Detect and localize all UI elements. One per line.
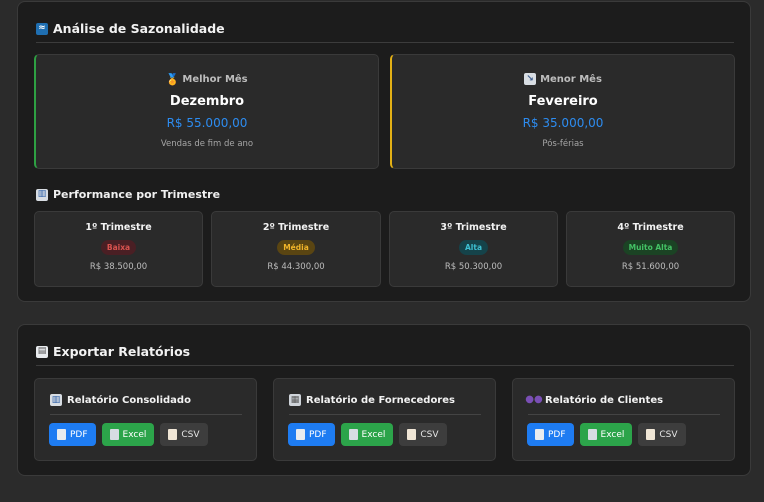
export-title: ▤ Exportar Relatórios [36,344,191,359]
quarters-title: ▥ Performance por Trimestre [36,188,221,201]
export-divider [36,365,734,366]
export-csv-button[interactable]: CSV [160,423,208,446]
seasonality-panel: ≈ Análise de Sazonalidade 🏅 Melhor Mês D… [17,1,751,302]
quarter-badge: Muito Alta [622,240,679,255]
excel-icon [348,429,358,440]
quarter-name: 1º Trimestre [85,222,152,233]
quarter-card-2: 2º Trimestre Média R$ 44.300,00 [211,211,381,287]
best-month-label: 🏅 Melhor Mês [165,72,248,86]
quarter-name: 3º Trimestre [440,222,507,233]
report-title: ●● Relatório de Clientes [525,394,664,406]
quarter-badge: Alta [458,240,489,255]
worst-month-card: ↘ Menor Mês Fevereiro R$ 35.000,00 Pós-f… [390,54,735,169]
export-pdf-button[interactable]: PDF [288,423,335,446]
csv-icon [407,429,417,440]
best-month-amount: R$ 55.000,00 [166,116,248,130]
export-csv-button[interactable]: CSV [399,423,447,446]
document-icon: ▤ [36,345,48,358]
report-consolidated: ▥ Relatório Consolidado PDF Excel CSV [34,378,257,461]
quarter-value: R$ 38.500,00 [89,262,148,272]
export-excel-button[interactable]: Excel [101,423,155,446]
worst-month-label: ↘ Menor Mês [392,73,734,85]
export-excel-button[interactable]: Excel [579,423,633,446]
quarter-card-4: 4º Trimestre Muito Alta R$ 51.600,00 [566,211,735,287]
quarter-badge: Média [277,240,315,255]
seasonality-title: ≈ Análise de Sazonalidade [36,21,225,36]
csv-icon [646,429,656,440]
worst-month-amount: R$ 35.000,00 [522,116,604,130]
export-pdf-button[interactable]: PDF [527,423,574,446]
quarter-value: R$ 50.300,00 [444,262,503,272]
pdf-icon [535,429,544,440]
export-panel: ▤ Exportar Relatórios ▥ Relatório Consol… [17,324,751,476]
best-month-card: 🏅 Melhor Mês Dezembro R$ 55.000,00 Venda… [34,54,379,169]
best-month-note: Vendas de fim de ano [160,139,254,149]
quarter-name: 2º Trimestre [262,222,330,233]
export-excel-button[interactable]: Excel [340,423,394,446]
bar-chart-icon: ▥ [36,188,48,201]
chart-down-icon: ↘ [524,73,537,85]
worst-month-name: Fevereiro [528,94,598,109]
people-icon: ●● [525,394,543,405]
quarter-name: 4º Trimestre [617,222,684,233]
excel-icon [109,429,119,440]
excel-icon [587,429,597,440]
worst-month-note: Pós-férias [542,139,584,149]
pdf-icon [57,429,66,440]
report-title: ▥ Relatório Consolidado [50,394,191,406]
export-csv-button[interactable]: CSV [638,423,686,446]
quarter-card-3: 3º Trimestre Alta R$ 50.300,00 [389,211,558,287]
building-icon: ▦ [289,394,301,406]
quarter-value: R$ 51.600,00 [621,262,680,272]
pdf-icon [296,429,305,440]
report-clients: ●● Relatório de Clientes PDF Excel CSV [512,378,735,461]
quarter-card-1: 1º Trimestre Baixa R$ 38.500,00 [34,211,203,287]
csv-icon [168,429,178,440]
report-suppliers: ▦ Relatório de Fornecedores PDF Excel CS… [273,378,496,461]
report-divider [528,414,720,415]
export-pdf-button[interactable]: PDF [49,423,96,446]
title-divider [36,42,734,43]
report-title: ▦ Relatório de Fornecedores [289,394,455,406]
report-divider [289,414,481,415]
best-month-name: Dezembro [169,94,245,109]
report-divider [50,414,242,415]
quarter-badge: Baixa [100,240,137,255]
quarter-value: R$ 44.300,00 [267,262,325,272]
medal-icon: 🏅 [165,72,180,86]
chart-icon: ▥ [50,394,62,406]
wave-icon: ≈ [36,22,48,35]
